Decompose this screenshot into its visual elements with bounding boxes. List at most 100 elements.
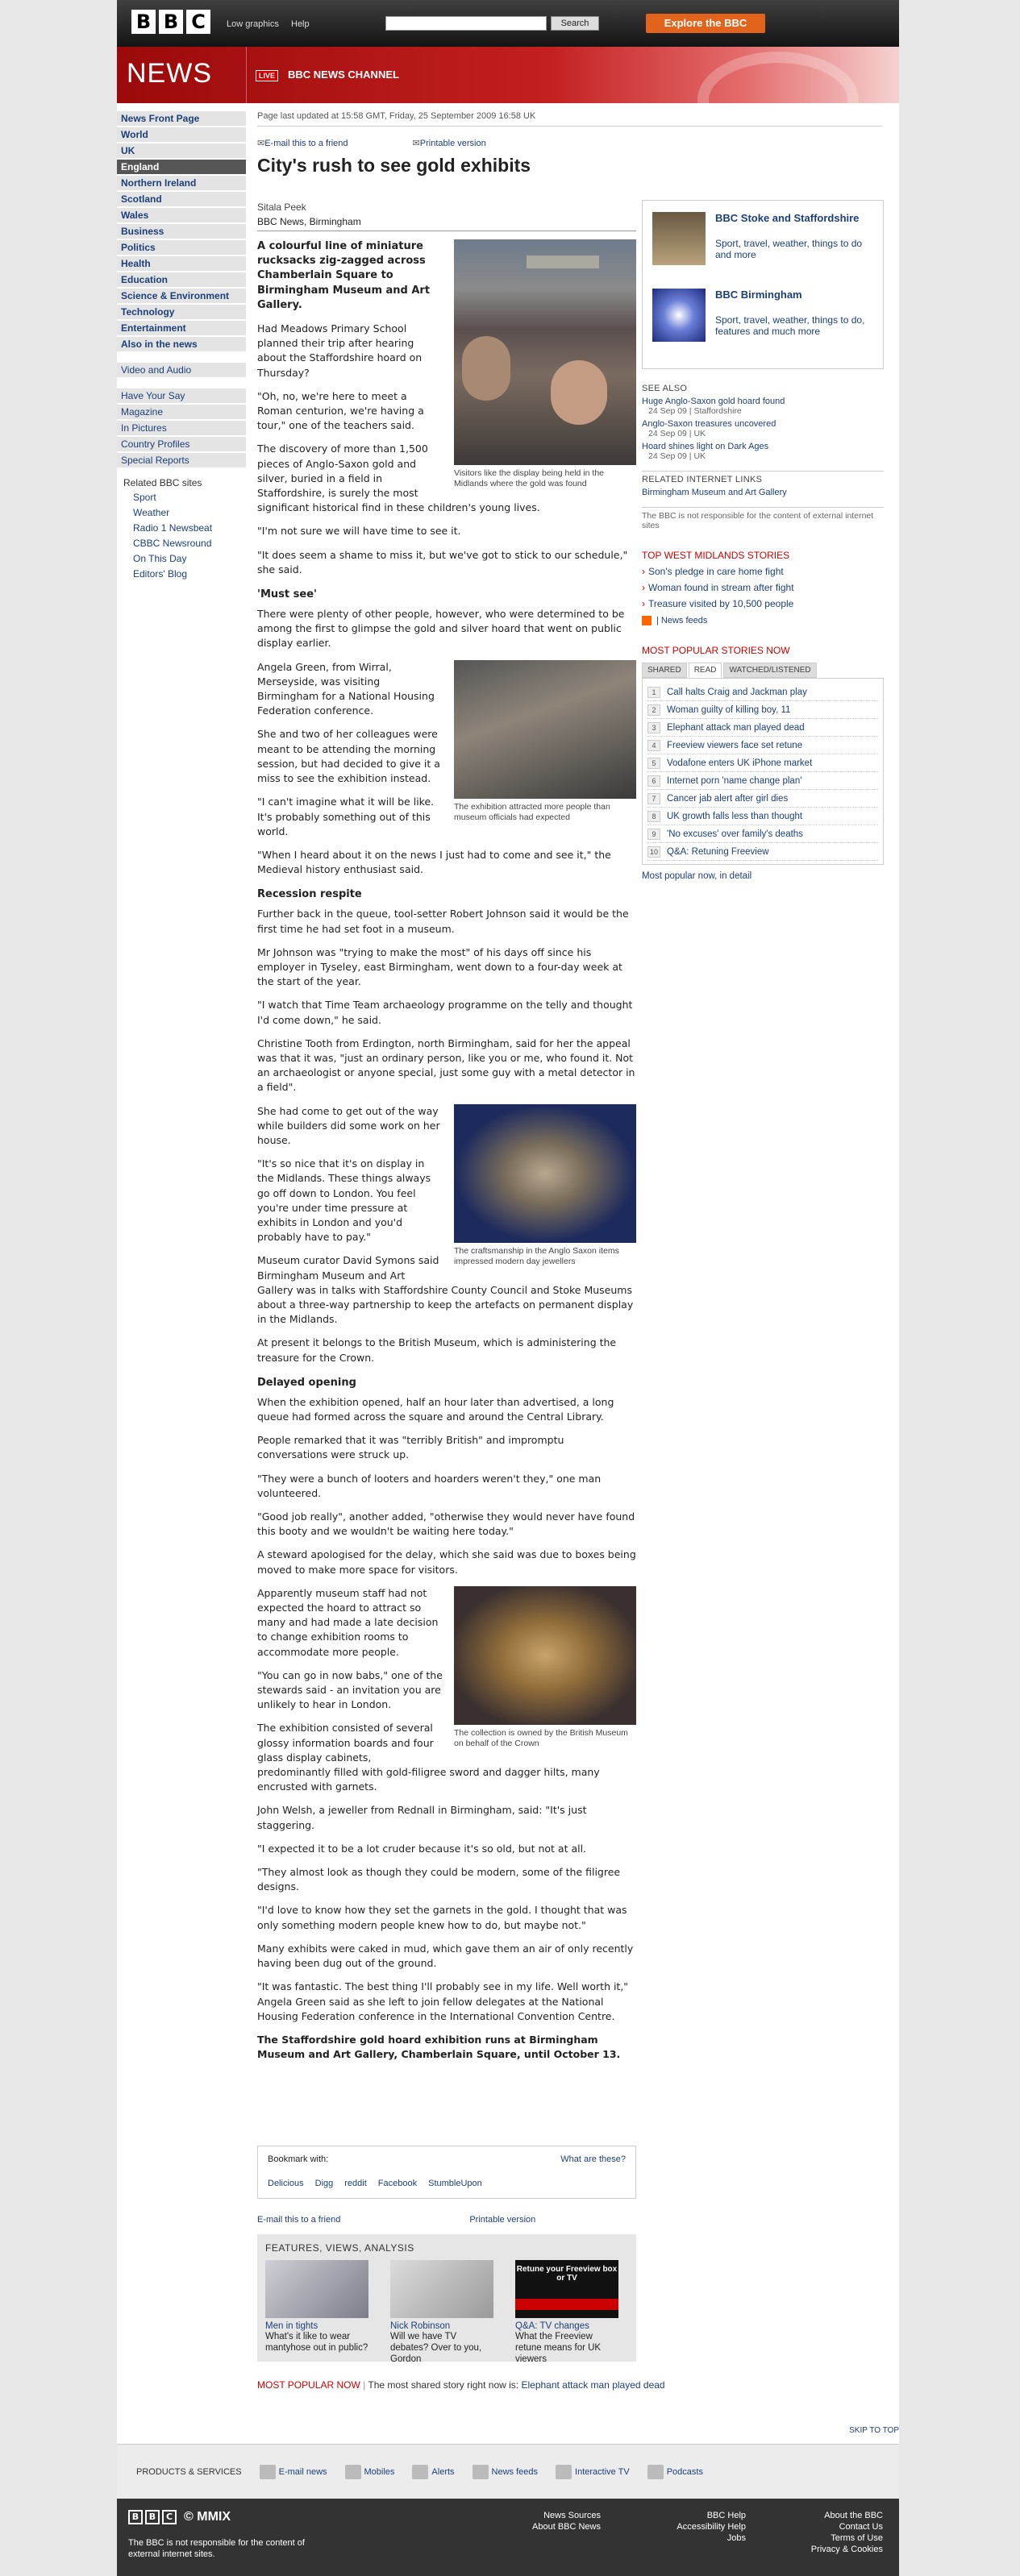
feature-thumb[interactable] bbox=[265, 2260, 368, 2318]
list-item[interactable]: 8 UK growth falls less than thought bbox=[647, 808, 878, 825]
nav-item-also-in-the-news[interactable]: Also in the news bbox=[117, 337, 246, 351]
tab-shared[interactable]: SHARED bbox=[642, 663, 687, 678]
nav-item-in-pictures[interactable]: In Pictures bbox=[117, 421, 246, 435]
local-site-title[interactable]: BBC Birmingham bbox=[715, 289, 876, 301]
most-popular-detail-link[interactable]: Most popular now, in detail bbox=[642, 871, 884, 881]
nav-item-wales[interactable]: Wales bbox=[117, 208, 246, 222]
printable-version-link[interactable]: Printable version bbox=[413, 138, 486, 148]
email-friend-link[interactable]: E-mail this to a friend bbox=[257, 138, 348, 148]
list-item[interactable]: 5 Vodafone enters UK iPhone market bbox=[647, 754, 878, 772]
bookmark-facebook[interactable]: Facebook bbox=[378, 2179, 417, 2188]
list-item[interactable]: 3 Elephant attack man played dead bbox=[647, 719, 878, 737]
nav-item-entertainment[interactable]: Entertainment bbox=[117, 321, 246, 335]
footer-bbc-logo[interactable]: BBC © MMIX bbox=[128, 2510, 231, 2524]
alerts-link[interactable]: Alerts bbox=[412, 2464, 455, 2479]
nav-item-politics[interactable]: Politics bbox=[117, 240, 246, 255]
mobiles-link[interactable]: Mobiles bbox=[344, 2464, 394, 2479]
nav-item-special-reports[interactable]: Special Reports bbox=[117, 453, 246, 467]
nav-item-world[interactable]: World bbox=[117, 127, 246, 142]
internet-link[interactable]: Birmingham Museum and Art Gallery bbox=[642, 488, 884, 497]
footer-link[interactable]: BBC Help bbox=[633, 2510, 746, 2521]
feature-title[interactable]: Q&A: TV changes bbox=[515, 2321, 618, 2331]
nav-item-northern-ireland[interactable]: Northern Ireland bbox=[117, 176, 246, 190]
feature-thumb[interactable]: Retune your Freeview box or TV bbox=[515, 2260, 618, 2318]
top-story-link[interactable]: Treasure visited by 10,500 people bbox=[642, 598, 884, 609]
interactive-tv-link[interactable]: Interactive TV bbox=[556, 2464, 630, 2479]
email-news-link[interactable]: E-mail news bbox=[259, 2464, 327, 2479]
related-site-link[interactable]: On This Day bbox=[123, 553, 246, 567]
nav-item-health[interactable]: Health bbox=[117, 256, 246, 271]
related-site-link[interactable]: Weather bbox=[123, 507, 246, 521]
see-also-link[interactable]: Huge Anglo-Saxon gold hoard found bbox=[642, 397, 884, 406]
see-also-link[interactable]: Hoard shines light on Dark Ages bbox=[642, 442, 884, 451]
feature-thumb[interactable] bbox=[390, 2260, 493, 2318]
list-item[interactable]: 6 Internet porn 'name change plan' bbox=[647, 772, 878, 790]
local-site-item[interactable]: BBC Stoke and Staffordshire Sport, trave… bbox=[651, 209, 875, 285]
related-site-link[interactable]: Editors' Blog bbox=[123, 568, 246, 582]
footer-link[interactable]: Terms of Use bbox=[770, 2532, 883, 2544]
list-item[interactable]: 9 'No excuses' over family's deaths bbox=[647, 825, 878, 843]
footer-link[interactable]: About BBC News bbox=[520, 2521, 601, 2532]
nav-item-country-profiles[interactable]: Country Profiles bbox=[117, 437, 246, 451]
nav-item-education[interactable]: Education bbox=[117, 272, 246, 287]
search-button[interactable]: Search bbox=[551, 16, 599, 31]
nav-item-business[interactable]: Business bbox=[117, 224, 246, 239]
footer-link[interactable]: Accessibility Help bbox=[633, 2521, 746, 2532]
footer-link[interactable]: About the BBC bbox=[770, 2510, 883, 2521]
nav-item-uk[interactable]: UK bbox=[117, 143, 246, 158]
tab-read[interactable]: READ bbox=[688, 663, 722, 678]
list-item[interactable]: 10 Q&A: Retuning Freeview bbox=[647, 843, 878, 861]
feature-title[interactable]: Men in tights bbox=[265, 2321, 368, 2331]
explore-bbc-button[interactable]: Explore the BBC bbox=[646, 14, 765, 33]
list-item[interactable]: 4 Freeview viewers face set retune bbox=[647, 737, 878, 754]
search-input[interactable] bbox=[385, 16, 547, 31]
bbc-logo[interactable]: BBC bbox=[131, 10, 210, 34]
what-are-these-link[interactable]: What are these? bbox=[560, 2154, 626, 2164]
nav-item-technology[interactable]: Technology bbox=[117, 305, 246, 319]
feature-item[interactable]: Men in tights What's it like to wear man… bbox=[265, 2260, 368, 2354]
local-site-item[interactable]: BBC Birmingham Sport, travel, weather, t… bbox=[651, 285, 875, 362]
news-channel-link[interactable]: BBC NEWS CHANNEL bbox=[288, 69, 399, 81]
top-story-link[interactable]: Son's pledge in care home fight bbox=[642, 566, 884, 577]
bookmark-stumbleupon[interactable]: StumbleUpon bbox=[428, 2179, 482, 2188]
podcasts-link[interactable]: Podcasts bbox=[647, 2464, 703, 2479]
bookmark-digg[interactable]: Digg bbox=[315, 2179, 334, 2188]
nav-item-video-audio[interactable]: Video and Audio bbox=[117, 363, 246, 377]
local-site-summary[interactable]: Sport, travel, weather, things to do, fe… bbox=[715, 314, 881, 337]
related-site-link[interactable]: CBBC Newsround bbox=[123, 538, 246, 551]
footer-link[interactable]: Privacy & Cookies bbox=[770, 2544, 883, 2555]
bookmark-delicious[interactable]: Delicious bbox=[268, 2179, 304, 2188]
news-logo[interactable]: NEWS bbox=[127, 58, 212, 89]
local-site-title[interactable]: BBC Stoke and Staffordshire bbox=[715, 212, 876, 224]
local-site-thumb[interactable] bbox=[652, 289, 706, 342]
feature-item[interactable]: Nick Robinson Will we have TV debates? O… bbox=[390, 2260, 493, 2365]
low-graphics-link[interactable]: Low graphics bbox=[227, 19, 279, 29]
nav-item-news-front-page[interactable]: News Front Page bbox=[117, 111, 246, 126]
related-site-link[interactable]: Radio 1 Newsbeat bbox=[123, 522, 246, 536]
news-feeds-row[interactable]: | News feeds bbox=[642, 616, 884, 625]
footer-link[interactable]: News Sources bbox=[520, 2510, 601, 2521]
nav-item-england[interactable]: England bbox=[117, 160, 246, 174]
local-site-thumb[interactable] bbox=[652, 212, 706, 265]
nav-item-scotland[interactable]: Scotland bbox=[117, 192, 246, 206]
most-popular-now-link[interactable]: Elephant attack man played dead bbox=[521, 2379, 664, 2391]
nav-item-have-your-say[interactable]: Have Your Say bbox=[117, 388, 246, 403]
printable-version-link[interactable]: Printable version bbox=[469, 2215, 535, 2225]
related-site-link[interactable]: Sport bbox=[123, 492, 246, 505]
nav-item-magazine[interactable]: Magazine bbox=[117, 405, 246, 419]
footer-link[interactable]: Jobs bbox=[633, 2532, 746, 2544]
news-feeds-link[interactable]: | News feeds bbox=[656, 616, 707, 625]
email-friend-link[interactable]: E-mail this to a friend bbox=[257, 2215, 340, 2225]
list-item[interactable]: 2 Woman guilty of killing boy, 11 bbox=[647, 701, 878, 719]
local-site-summary[interactable]: Sport, travel, weather, things to do and… bbox=[715, 238, 881, 260]
help-link[interactable]: Help bbox=[291, 19, 310, 29]
nav-item-science[interactable]: Science & Environment bbox=[117, 289, 246, 303]
news-feeds-link[interactable]: News feeds bbox=[472, 2464, 538, 2479]
top-story-link[interactable]: Woman found in stream after fight bbox=[642, 582, 884, 593]
feature-item[interactable]: Retune your Freeview box or TV Q&A: TV c… bbox=[515, 2260, 618, 2365]
footer-link[interactable]: Contact Us bbox=[770, 2521, 883, 2532]
list-item[interactable]: 1 Call halts Craig and Jackman play bbox=[647, 683, 878, 701]
tab-watched-listened[interactable]: WATCHED/LISTENED bbox=[723, 663, 817, 678]
skip-to-top-link[interactable]: SKIP TO TOP bbox=[849, 2426, 899, 2435]
bookmark-reddit[interactable]: reddit bbox=[344, 2179, 367, 2188]
